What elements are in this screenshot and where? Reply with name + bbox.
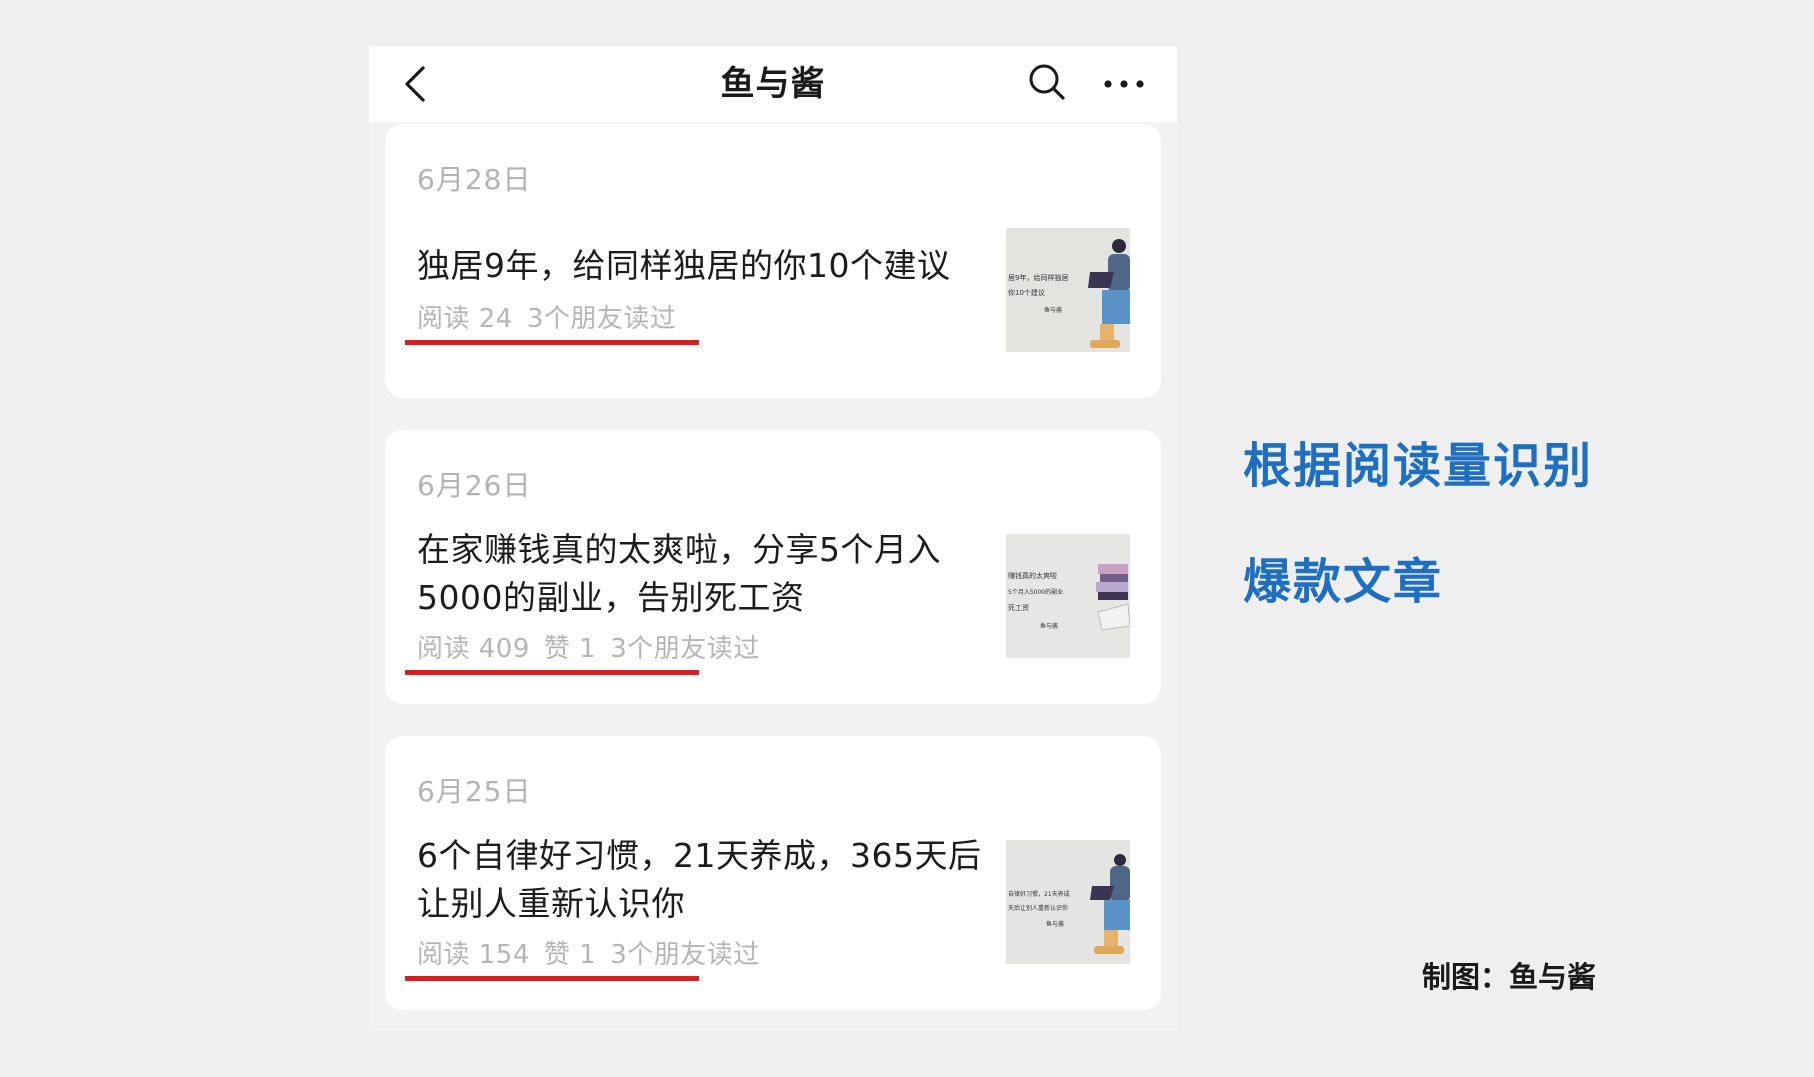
article-thumbnail[interactable]: 自律好习惯，21天养成 天后让别人重新认识你 鱼与酱 <box>1006 840 1130 964</box>
like-count: 赞 1 <box>543 634 597 664</box>
like-count: 赞 1 <box>543 940 597 970</box>
image-credit: 制图：鱼与酱 <box>1422 960 1597 994</box>
thumb-text: 你10个建议 <box>1008 288 1045 297</box>
highlight-underline <box>405 976 699 981</box>
thumb-text: 鱼与酱 <box>1044 306 1062 314</box>
article-date: 6月25日 <box>417 775 532 808</box>
article-thumbnail[interactable]: 赚钱真的太爽啦 5个月入5000的副业 死工资 鱼与酱 <box>1006 534 1130 658</box>
friends-read: 3个朋友读过 <box>526 304 677 334</box>
thumb-text: 5个月入5000的副业 <box>1008 588 1063 596</box>
highlight-underline <box>405 670 699 675</box>
article-card[interactable]: 6月26日 在家赚钱真的太爽啦，分享5个月入5000的副业，告别死工资 阅读 4… <box>385 430 1161 704</box>
nav-bar: 鱼与酱 <box>369 46 1177 122</box>
phone-screenshot: 鱼与酱 6月28日 独居9年，给同样独居的你10个建议 阅读 24 3个朋友读过… <box>369 46 1177 1031</box>
article-title[interactable]: 独居9年，给同样独居的你10个建议 <box>417 242 987 290</box>
article-date: 6月28日 <box>417 163 532 196</box>
article-meta: 阅读 24 3个朋友读过 <box>417 298 690 335</box>
search-icon[interactable] <box>1025 60 1069 104</box>
article-meta: 阅读 154 赞 1 3个朋友读过 <box>417 934 774 971</box>
read-count: 阅读 24 <box>417 304 513 334</box>
article-date: 6月26日 <box>417 469 532 502</box>
friends-read: 3个朋友读过 <box>610 634 760 664</box>
article-card[interactable]: 6月28日 独居9年，给同样独居的你10个建议 阅读 24 3个朋友读过 居9年，… <box>385 124 1161 398</box>
article-thumbnail[interactable]: 居9年，给同样独居 你10个建议 鱼与酱 <box>1006 228 1130 352</box>
read-count: 阅读 409 <box>417 634 530 664</box>
more-horizontal-icon[interactable] <box>1099 64 1149 104</box>
thumb-text: 自律好习惯，21天养成 <box>1008 890 1070 898</box>
annotation-line-1: 根据阅读量识别 <box>1243 438 1594 494</box>
article-meta: 阅读 409 赞 1 3个朋友读过 <box>417 628 774 665</box>
thumb-text: 鱼与酱 <box>1046 920 1064 928</box>
thumb-text: 居9年，给同样独居 <box>1008 273 1068 282</box>
read-count: 阅读 154 <box>417 940 530 970</box>
highlight-underline <box>405 340 699 345</box>
thumb-text: 赚钱真的太爽啦 <box>1008 571 1057 580</box>
article-title[interactable]: 在家赚钱真的太爽啦，分享5个月入5000的副业，告别死工资 <box>417 526 987 622</box>
stage: 鱼与酱 6月28日 独居9年，给同样独居的你10个建议 阅读 24 3个朋友读过… <box>0 0 1814 1077</box>
article-title[interactable]: 6个自律好习惯，21天养成，365天后让别人重新认识你 <box>417 832 987 928</box>
annotation-line-2: 爆款文章 <box>1243 554 1444 610</box>
thumb-text: 鱼与酱 <box>1040 622 1058 630</box>
thumb-text: 死工资 <box>1008 603 1029 612</box>
friends-read: 3个朋友读过 <box>610 940 760 970</box>
article-card[interactable]: 6月25日 6个自律好习惯，21天养成，365天后让别人重新认识你 阅读 154… <box>385 736 1161 1010</box>
thumb-text: 天后让别人重新认识你 <box>1008 904 1068 912</box>
